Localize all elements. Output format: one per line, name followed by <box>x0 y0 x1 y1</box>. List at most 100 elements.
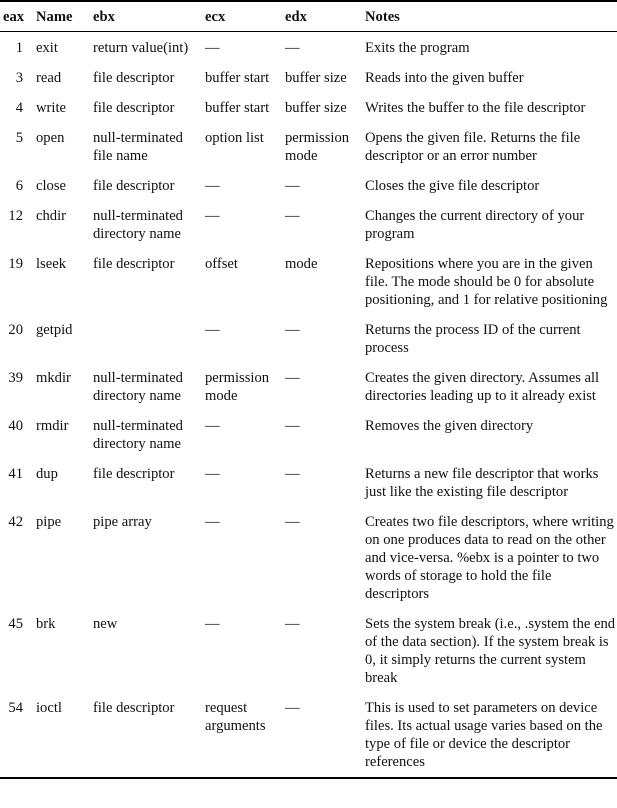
cell-ebx: null-terminated directory name <box>93 370 183 404</box>
cell-name: write <box>36 100 66 116</box>
cell-name: dup <box>36 466 58 482</box>
cell-name: read <box>36 70 62 86</box>
table-row: 54 ioctl file descriptor request arguments —… <box>0 693 617 778</box>
cell-notes: Reads into the given buffer <box>365 70 524 86</box>
cell-eax: 1 <box>15 40 23 56</box>
cell-edx: buffer size <box>285 100 347 116</box>
cell-ecx: buffer start <box>205 100 270 116</box>
cell-eax: 41 <box>8 466 23 482</box>
cell-ecx: — <box>205 208 220 224</box>
table-row: 20 getpid — — Returns the process ID of the … <box>0 315 617 363</box>
cell-edx: — <box>285 208 300 224</box>
table-row: 3 read file descriptor buffer start buffer s… <box>0 63 617 93</box>
cell-eax: 42 <box>8 514 23 530</box>
cell-eax: 19 <box>8 256 23 272</box>
cell-name: close <box>36 178 66 194</box>
cell-ecx: — <box>205 616 220 632</box>
cell-ecx: — <box>205 178 220 194</box>
header-edx: edx <box>285 9 307 25</box>
cell-eax: 4 <box>15 100 23 116</box>
cell-ebx: null-terminated directory name <box>93 208 183 242</box>
cell-ecx: — <box>205 418 220 434</box>
cell-ecx: — <box>205 40 220 56</box>
cell-name: getpid <box>36 322 73 338</box>
table-row: 42 pipe pipe array — — Creates two file descr… <box>0 507 617 609</box>
cell-notes: Removes the given directory <box>365 418 534 434</box>
cell-name: brk <box>36 616 56 632</box>
cell-name: rmdir <box>36 418 69 434</box>
cell-notes: Opens the given file. Returns the file d… <box>365 130 581 164</box>
cell-notes: Returns the process ID of the current pr… <box>365 322 581 356</box>
header-ebx: ebx <box>93 9 115 25</box>
cell-ecx: — <box>205 322 220 338</box>
cell-ebx: return value(int) <box>93 40 189 56</box>
table-header-row: eax Name ebx ecx edx Notes <box>0 1 617 32</box>
cell-eax: 5 <box>15 130 23 146</box>
header-notes: Notes <box>365 9 400 25</box>
cell-edx: — <box>285 178 300 194</box>
syscall-table: eax Name ebx ecx edx Notes 1 exit return v… <box>0 0 617 779</box>
cell-ebx: file descriptor <box>93 466 175 482</box>
table-row: 19 lseek file descriptor offset mode Repositi… <box>0 249 617 315</box>
cell-name: exit <box>36 40 58 56</box>
cell-edx: — <box>285 40 300 56</box>
table-row: 4 write file descriptor buffer start buffer … <box>0 93 617 123</box>
cell-name: pipe <box>36 514 62 530</box>
cell-ebx: null-terminated file name <box>93 130 183 164</box>
cell-ebx: file descriptor <box>93 178 175 194</box>
cell-name: lseek <box>36 256 66 272</box>
table-row: 5 open null-terminated file name option lis… <box>0 123 617 171</box>
cell-eax: 12 <box>8 208 23 224</box>
cell-eax: 20 <box>8 322 23 338</box>
cell-ecx: permission mode <box>205 370 270 404</box>
cell-notes: Exits the program <box>365 40 470 56</box>
cell-eax: 40 <box>8 418 23 434</box>
cell-ecx: — <box>205 514 220 530</box>
cell-edx: — <box>285 370 300 386</box>
table-row: 12 chdir null-terminated directory name — — C… <box>0 201 617 249</box>
table-row: 41 dup file descriptor — — Returns a new file… <box>0 459 617 507</box>
header-ecx: ecx <box>205 9 226 25</box>
cell-eax: 45 <box>8 616 23 632</box>
header-name: Name <box>36 9 73 25</box>
header-eax: eax <box>3 9 25 25</box>
cell-notes: Returns a new file descriptor that works… <box>365 466 599 500</box>
table-row: 39 mkdir null-terminated directory name per… <box>0 363 617 411</box>
cell-ebx: pipe array <box>93 514 152 530</box>
cell-ebx: null-terminated directory name <box>93 418 183 452</box>
cell-name: ioctl <box>36 700 62 716</box>
cell-eax: 6 <box>15 178 23 194</box>
cell-ebx: file descriptor <box>93 700 175 716</box>
cell-edx: — <box>285 322 300 338</box>
cell-notes: Changes the current directory of your pr… <box>365 208 585 242</box>
cell-ecx: option list <box>205 130 264 146</box>
cell-eax: 3 <box>15 70 23 86</box>
cell-ecx: offset <box>205 256 238 272</box>
cell-edx: — <box>285 466 300 482</box>
table-row: 40 rmdir null-terminated directory name — — R… <box>0 411 617 459</box>
cell-ecx: request arguments <box>205 700 266 734</box>
cell-name: mkdir <box>36 370 71 386</box>
cell-name: open <box>36 130 65 146</box>
cell-ecx: — <box>205 466 220 482</box>
cell-edx: buffer size <box>285 70 347 86</box>
cell-eax: 54 <box>8 700 23 716</box>
cell-ebx <box>93 315 205 363</box>
cell-ebx: file descriptor <box>93 100 175 116</box>
cell-notes: Writes the buffer to the file descriptor <box>365 100 586 116</box>
cell-ebx: file descriptor <box>93 256 175 272</box>
cell-edx: permission mode <box>285 130 350 164</box>
table-row: 45 brk new — — Sets the system break (i.e., .… <box>0 609 617 693</box>
cell-ebx: new <box>93 616 118 632</box>
cell-edx: — <box>285 514 300 530</box>
cell-ebx: file descriptor <box>93 70 175 86</box>
cell-notes: Creates the given directory. Assumes all… <box>365 370 600 404</box>
cell-notes: Sets the system break (i.e., .system the… <box>365 616 616 686</box>
cell-edx: — <box>285 616 300 632</box>
cell-edx: — <box>285 418 300 434</box>
cell-notes: Creates two file descriptors, where writ… <box>365 514 614 602</box>
cell-edx: mode <box>285 256 318 272</box>
cell-eax: 39 <box>8 370 23 386</box>
cell-notes: This is used to set parameters on device… <box>365 700 603 770</box>
cell-notes: Repositions where you are in the given f… <box>365 256 608 308</box>
